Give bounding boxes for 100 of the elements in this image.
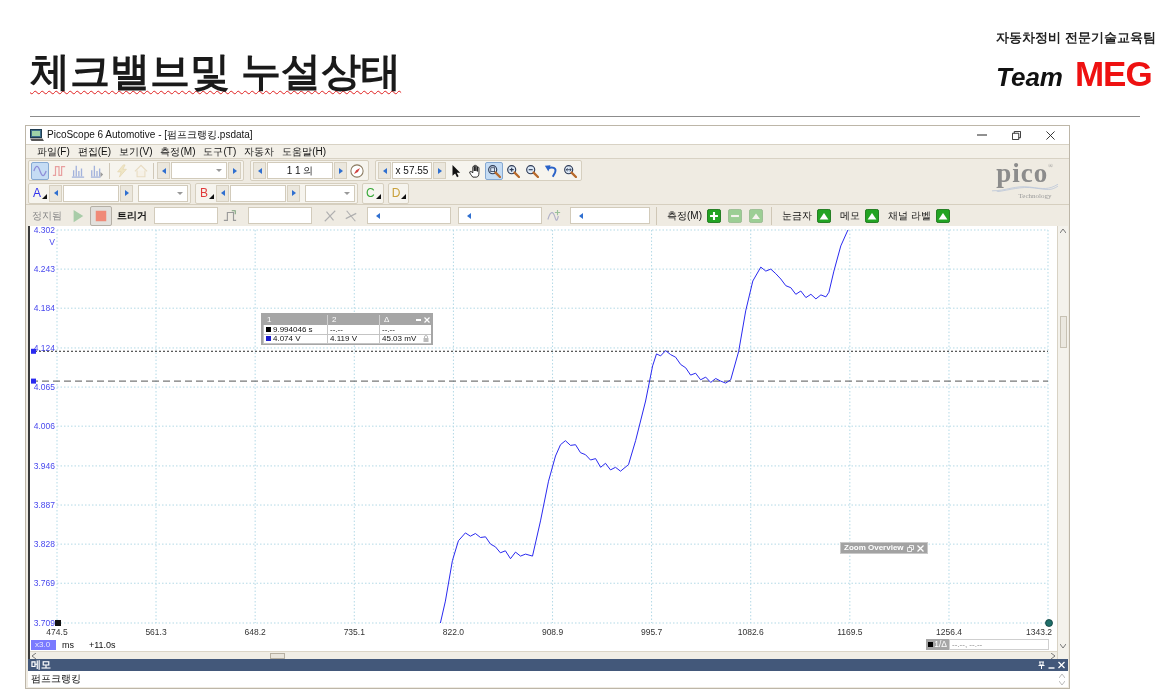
right-arrow-icon (232, 167, 237, 174)
readout-field[interactable]: --.--, --.-- (949, 639, 1049, 650)
x-tick-label: 735.1 (343, 627, 365, 637)
x-tick-label: 561.3 (145, 627, 167, 637)
scroll-down-icon[interactable] (1060, 644, 1066, 648)
hand-icon (468, 163, 482, 178)
left-arrow-icon (467, 212, 471, 219)
stop-button[interactable] (90, 205, 112, 226)
memo-text[interactable]: 펌프크랭킹 (31, 672, 81, 686)
input-field[interactable] (230, 184, 287, 202)
dropdown-caret-icon (216, 169, 222, 172)
brand-word: Team (996, 61, 1063, 93)
scroll-down-icon[interactable] (1059, 680, 1065, 685)
input-field[interactable] (367, 207, 451, 224)
y-tick-label: 4.124 (33, 342, 55, 353)
menu-item[interactable]: 자동차 (243, 145, 276, 158)
dropdown-field[interactable] (305, 184, 356, 202)
scroll-right-icon[interactable] (1051, 652, 1055, 659)
corner-caret-icon (401, 193, 407, 199)
arrow-button[interactable] (253, 162, 266, 179)
arrow-button[interactable] (120, 184, 133, 202)
left-arrow-icon (220, 190, 225, 196)
zoom-out-icon (525, 163, 539, 178)
device-icon (30, 129, 44, 141)
menu-item[interactable]: 도구(T) (202, 145, 238, 158)
scroll-up-icon[interactable] (1059, 673, 1065, 678)
y-tick-label: 4.184 (33, 303, 55, 314)
left-arrow-icon (257, 167, 262, 174)
toggle-label: 채널 라벨 (888, 208, 931, 223)
vertical-scrollbar[interactable] (1057, 226, 1068, 659)
x-tick-label: 822.0 (442, 627, 465, 637)
x-tick-label: 995.7 (640, 627, 663, 637)
scroll-up-icon[interactable] (1060, 229, 1066, 233)
menu-item[interactable]: 보기(V) (118, 145, 154, 158)
ruler-handle-icon[interactable] (31, 378, 36, 384)
menu-item[interactable]: 측정(M) (159, 145, 197, 158)
menu-item[interactable]: 파일(F) (36, 145, 71, 158)
arrow-button[interactable] (334, 162, 347, 179)
table-cell: 45.03 mV (382, 334, 417, 343)
input-field[interactable] (248, 207, 312, 224)
play-icon (71, 208, 85, 223)
arrow-button[interactable] (433, 162, 446, 179)
arrow-button[interactable] (216, 184, 230, 202)
channel-button[interactable]: A (31, 184, 48, 202)
dropdown-field[interactable] (138, 184, 188, 202)
scrollbar-thumb[interactable] (1059, 316, 1067, 348)
arrow-button[interactable] (49, 184, 62, 202)
capture-status: 정지됨 (32, 208, 62, 223)
arrow-button[interactable] (157, 162, 170, 179)
x-tick-label: 1343.2 (1026, 627, 1052, 637)
menu-item[interactable]: 편집(E) (76, 145, 113, 158)
x-tick-label: 1082.6 (737, 627, 764, 637)
memo-title: 메모 (31, 659, 51, 671)
measurement-button[interactable] (705, 206, 723, 225)
scroll-left-icon[interactable] (32, 652, 36, 659)
y-tick-label: 4.243 (33, 264, 55, 275)
scrollbar-thumb[interactable] (270, 652, 285, 659)
input-field[interactable] (458, 207, 542, 224)
buffer-field[interactable]: 1 1 의 (267, 162, 333, 179)
dropdown-caret-icon (177, 191, 183, 195)
zoom-box-icon (487, 163, 501, 178)
zoom-field[interactable]: x 57.55 (392, 162, 432, 179)
brand-name: MEG (1074, 57, 1152, 91)
input-field[interactable] (154, 207, 218, 224)
x-tick-label: 648.2 (244, 627, 266, 637)
tool-button[interactable] (485, 161, 503, 180)
arrow-button[interactable] (287, 184, 301, 202)
dropdown-field[interactable] (171, 162, 227, 179)
trigger-label: 트리거 (117, 208, 147, 223)
y-tick-label: 4.006 (33, 421, 55, 432)
input-field[interactable] (63, 184, 119, 202)
toggle-label: 눈금자 (782, 208, 812, 223)
y-tick-label: 3.709 (33, 618, 55, 628)
undo-icon (544, 163, 558, 178)
menu-item[interactable]: 도움말(H) (281, 145, 328, 158)
x-tick-label: 474.5 (46, 627, 68, 637)
x-tick-label: 1169.5 (837, 627, 863, 637)
house-icon (134, 163, 148, 178)
channel-button[interactable]: B (198, 184, 216, 202)
right-arrow-icon (124, 190, 129, 196)
lock-icon[interactable] (423, 335, 429, 342)
square-wave-icon (52, 163, 66, 178)
arrow-button[interactable] (378, 162, 391, 179)
zoom-factor-badge: x3.0 (31, 639, 56, 650)
left-arrow-icon (382, 167, 387, 174)
restore-icon[interactable] (1012, 130, 1021, 140)
corner-caret-icon (375, 193, 381, 199)
toolbar-button[interactable] (348, 161, 366, 180)
horizontal-scrollbar[interactable] (30, 651, 1057, 659)
input-field[interactable] (570, 207, 650, 224)
y-tick-label: 3.769 (33, 578, 55, 589)
ruler-handle-icon[interactable] (31, 348, 36, 354)
left-arrow-icon (53, 190, 58, 196)
y-tick-label: 3.887 (33, 500, 55, 511)
plus-icon (707, 208, 721, 223)
pin-icon[interactable] (1038, 661, 1045, 669)
arrow-button[interactable] (228, 162, 241, 179)
square-marker-icon (55, 620, 61, 626)
close-icon[interactable] (1046, 130, 1055, 140)
view-mode-button[interactable] (31, 161, 49, 180)
